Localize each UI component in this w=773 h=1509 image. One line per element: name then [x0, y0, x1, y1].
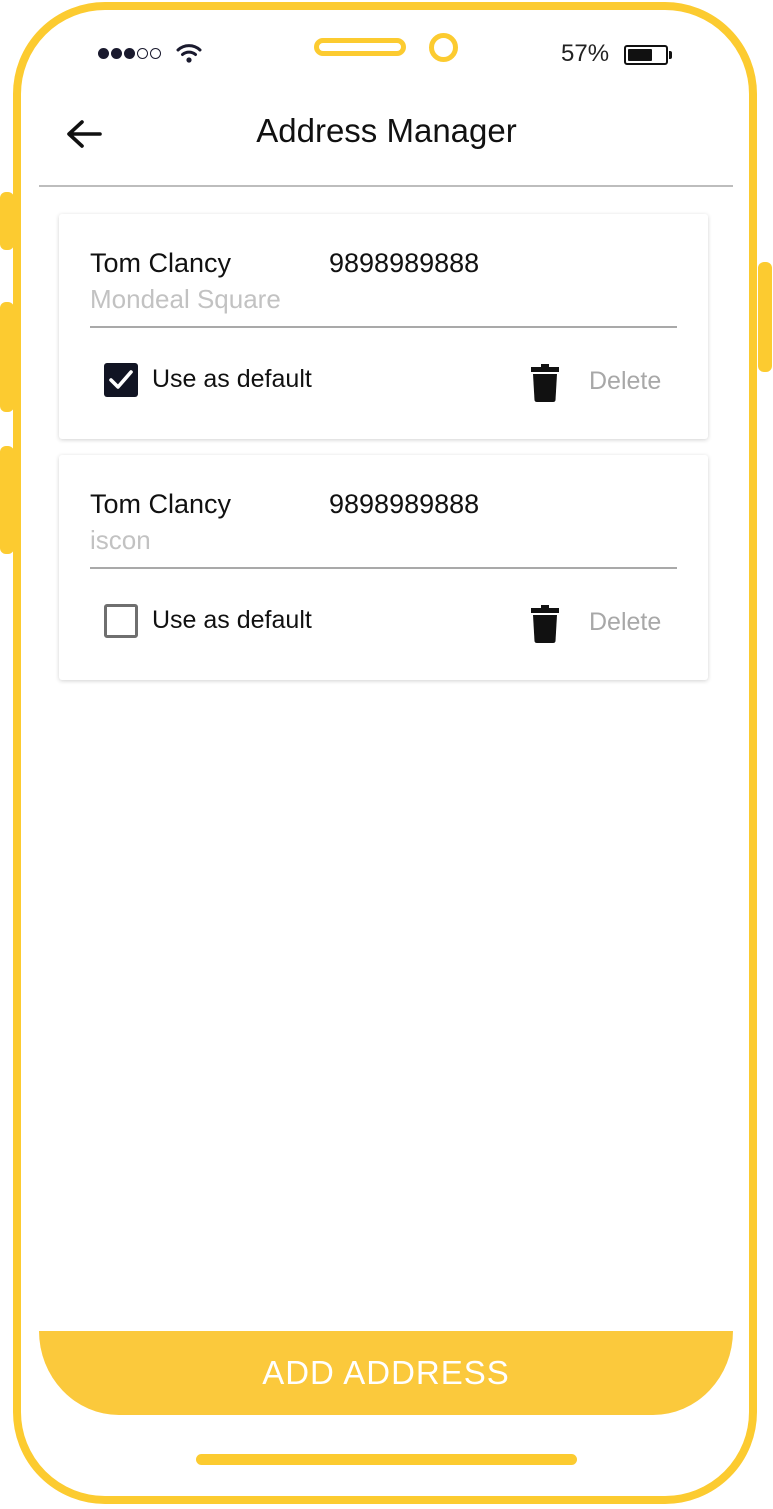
front-camera	[429, 33, 458, 62]
default-checkbox-label[interactable]: Use as default	[152, 365, 312, 394]
address-card: Tom Clancy 9898989888 iscon Use as defau…	[59, 455, 708, 680]
delete-button[interactable]: Delete	[589, 367, 661, 396]
address-divider	[90, 567, 677, 569]
trash-icon[interactable]	[531, 364, 559, 402]
trash-icon[interactable]	[531, 605, 559, 643]
address-phone: 9898989888	[329, 489, 480, 519]
signal-dot	[124, 48, 135, 59]
address-divider	[90, 326, 677, 328]
default-checkbox[interactable]	[104, 604, 138, 638]
volume-up-button	[0, 302, 14, 412]
side-button-top	[0, 192, 14, 250]
speaker-grille	[314, 38, 406, 56]
page-title: Address Manager	[256, 112, 517, 149]
volume-down-button	[0, 446, 14, 554]
signal-dot	[150, 48, 161, 59]
address-text: Mondeal Square	[90, 284, 281, 314]
checkmark-icon	[109, 370, 133, 389]
battery-percent: 57%	[561, 40, 610, 67]
signal-dot	[98, 48, 109, 59]
power-button	[758, 262, 772, 372]
delete-button[interactable]: Delete	[589, 608, 661, 637]
battery-nub	[669, 51, 672, 59]
signal-strength-icon	[98, 48, 161, 59]
signal-dot	[137, 48, 148, 59]
home-indicator	[196, 1454, 577, 1465]
wifi-icon	[176, 44, 202, 63]
default-checkbox-label[interactable]: Use as default	[152, 606, 312, 635]
address-phone: 9898989888	[329, 248, 480, 278]
address-card: Tom Clancy 9898989888 Mondeal Square Use…	[59, 214, 708, 439]
battery-icon	[624, 45, 672, 65]
signal-dot	[111, 48, 122, 59]
address-name: Tom Clancy	[90, 489, 232, 519]
battery-fill	[628, 49, 652, 61]
add-address-button[interactable]: ADD ADDRESS	[39, 1331, 733, 1415]
header-divider	[39, 185, 733, 187]
default-checkbox[interactable]	[104, 363, 138, 397]
address-name: Tom Clancy	[90, 248, 232, 278]
add-address-label: ADD ADDRESS	[262, 1354, 510, 1391]
address-text: iscon	[90, 525, 151, 555]
